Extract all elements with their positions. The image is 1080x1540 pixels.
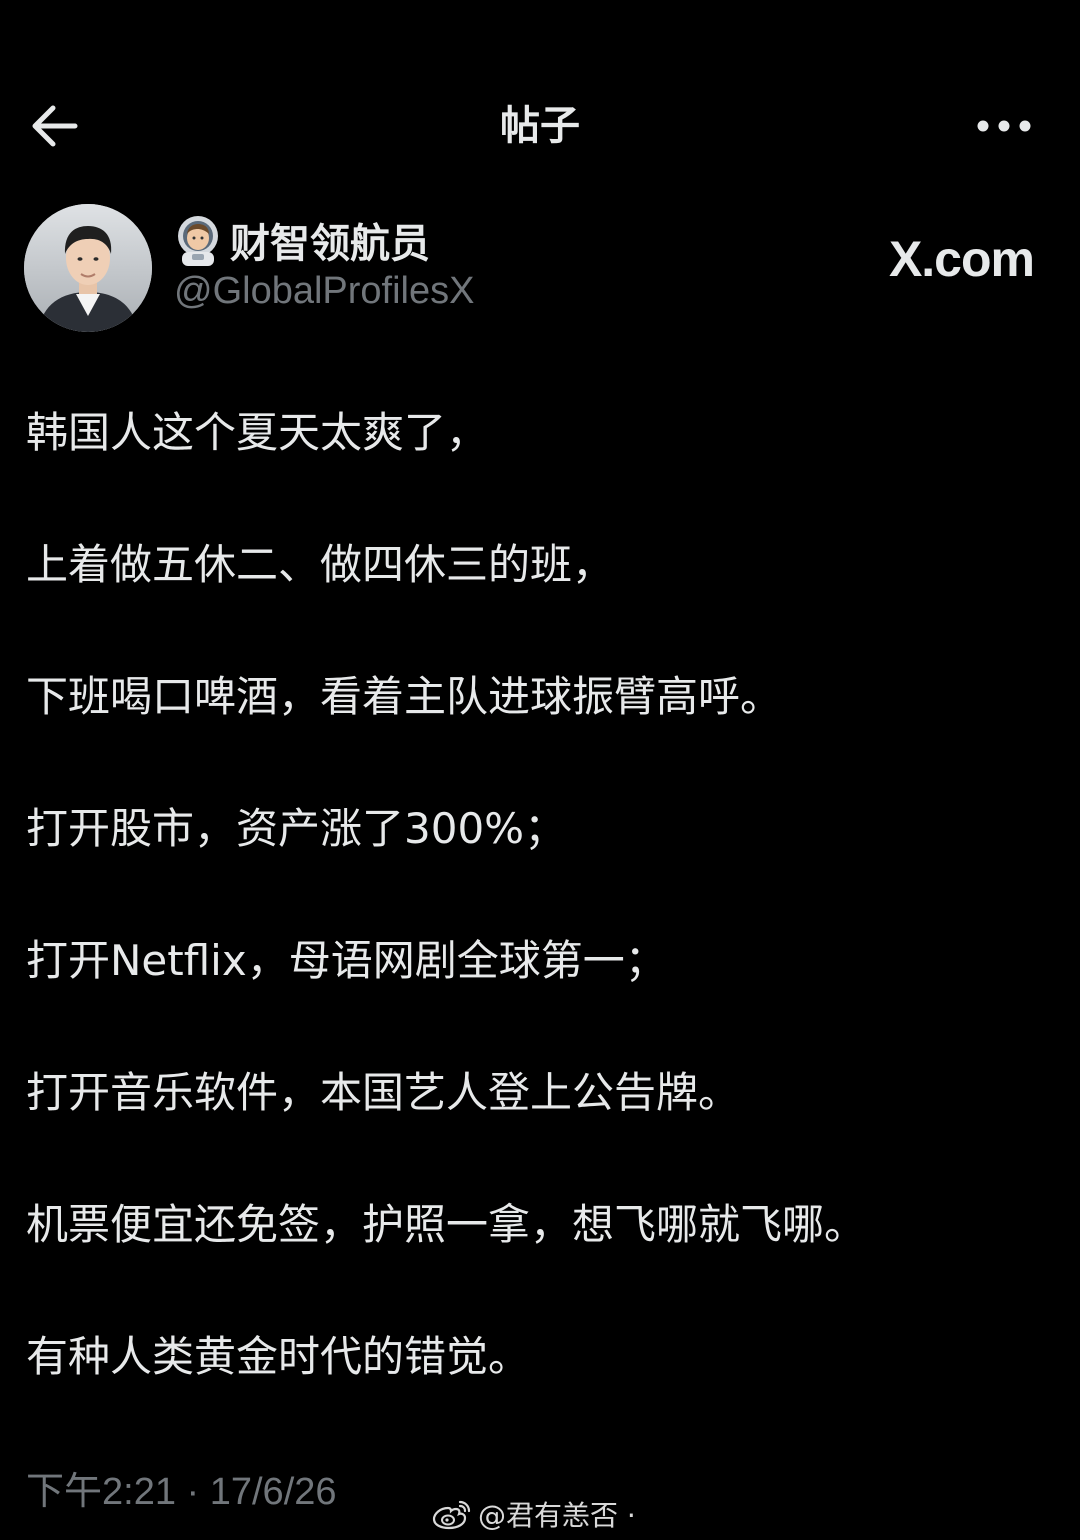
weibo-logo-icon: [432, 1500, 471, 1530]
display-name: 财智领航员: [230, 221, 430, 267]
x-com-logo: X.com: [888, 231, 1035, 287]
avatar[interactable]: [24, 204, 152, 332]
post-author: 财智领航员 @GlobalProfilesX X.com: [0, 200, 1080, 340]
post-line: 有种人类黄金时代的错觉。: [26, 1332, 531, 1381]
post-line: 下班喝口啤酒，看着主队进球振臂高呼。: [26, 672, 783, 721]
astronaut-emoji-icon: [178, 216, 218, 266]
display-name-row[interactable]: 财智领航员: [172, 212, 430, 268]
page-title: 帖子: [500, 103, 580, 149]
post-line: 打开Netflix，母语网剧全球第一；: [26, 936, 667, 985]
post-line: 打开股市，资产涨了300%；: [26, 804, 567, 853]
weibo-watermark: @君有恙否 ·: [432, 1494, 636, 1534]
more-horizontal-icon: [977, 120, 1031, 132]
watermark-text: @君有恙否 ·: [478, 1499, 636, 1532]
more-options-button[interactable]: [972, 98, 1036, 154]
user-handle[interactable]: @GlobalProfilesX: [174, 270, 474, 313]
post-text: 韩国人这个夏天太爽了， 上着做五休二、做四休三的班， 下班喝口啤酒，看着主队进球…: [26, 400, 1056, 1456]
post-timestamp[interactable]: 下午2:21 · 17/6/26: [26, 1460, 337, 1515]
post-line: 打开音乐软件，本国艺人登上公告牌。: [26, 1068, 741, 1117]
top-bar: 帖子: [0, 78, 1080, 174]
post-line: 上着做五休二、做四休三的班，: [26, 540, 615, 589]
post-line: 韩国人这个夏天太爽了，: [26, 408, 489, 457]
avatar-portrait: [24, 204, 152, 332]
post-line: 机票便宜还免签，护照一拿，想飞哪就飞哪。: [26, 1200, 867, 1249]
